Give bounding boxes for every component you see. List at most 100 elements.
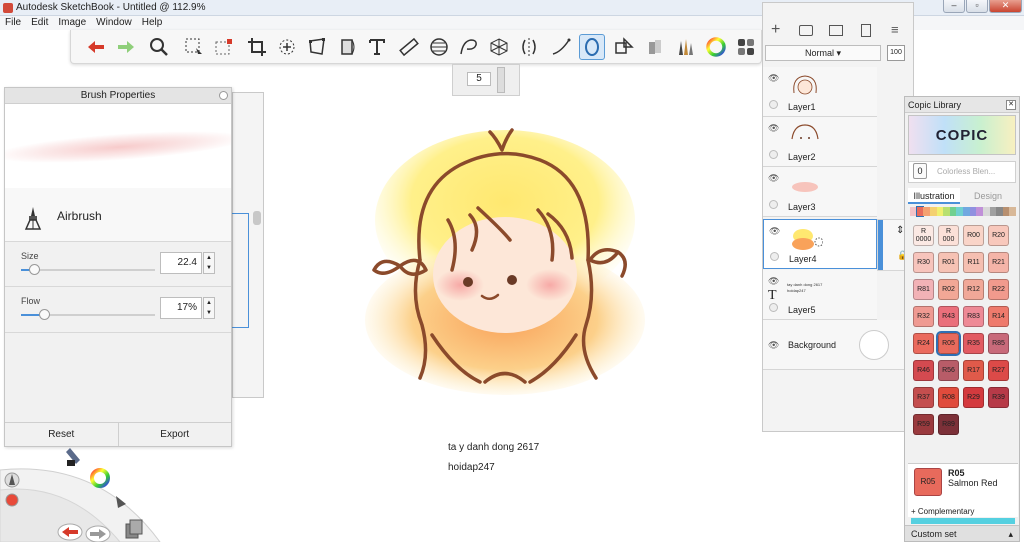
copic-swatch[interactable]: R24 — [913, 333, 934, 354]
transform-icon[interactable] — [274, 34, 300, 60]
brushes-icon[interactable] — [672, 34, 698, 60]
colorless-blender-chip[interactable]: 0 — [913, 163, 927, 179]
symmetry-icon[interactable] — [516, 34, 542, 60]
menu-edit[interactable]: Edit — [26, 16, 53, 30]
canvas-drawing[interactable] — [360, 120, 650, 400]
layer-lock-toggle[interactable] — [770, 252, 779, 261]
select-icon[interactable] — [181, 34, 207, 60]
eye-icon[interactable]: 👁 — [768, 340, 779, 351]
copic-swatch[interactable]: R35 — [963, 333, 984, 354]
layer-lock-toggle[interactable] — [769, 100, 778, 109]
copic-swatch[interactable]: R81 — [913, 279, 934, 300]
copic-swatch[interactable]: R 000 — [938, 225, 959, 246]
minimize-button[interactable]: – — [943, 0, 965, 13]
lagoon-menu[interactable] — [0, 440, 170, 542]
copic-swatch[interactable]: R39 — [988, 387, 1009, 408]
current-color-chip[interactable]: R05 — [914, 468, 942, 496]
redo-icon[interactable] — [113, 34, 139, 60]
copic-swatch[interactable]: R05 — [936, 331, 961, 356]
copic-swatch[interactable]: R29 — [963, 387, 984, 408]
copic-swatch[interactable]: R30 — [913, 252, 934, 273]
color-family-chip[interactable] — [969, 207, 977, 216]
crop-icon[interactable] — [244, 34, 270, 60]
layer-item[interactable]: 👁 Layer2 — [763, 117, 877, 167]
copic-swatch[interactable]: R89 — [938, 414, 959, 435]
background-color-swatch[interactable] — [859, 330, 889, 360]
undo-icon[interactable] — [83, 34, 109, 60]
layer-lock-toggle[interactable] — [769, 200, 778, 209]
copic-swatch[interactable]: R08 — [938, 387, 959, 408]
flow-slider-thumb[interactable] — [38, 309, 50, 320]
panel-close-icon[interactable] — [219, 91, 228, 100]
copic-swatch[interactable]: R85 — [988, 333, 1009, 354]
copic-swatch[interactable]: R21 — [988, 252, 1009, 273]
copic-swatch[interactable]: R83 — [963, 306, 984, 327]
copic-swatch[interactable]: R37 — [913, 387, 934, 408]
color-family-chip[interactable] — [1009, 207, 1016, 216]
color-wheel-icon[interactable] — [703, 34, 729, 60]
size-slider[interactable] — [21, 264, 155, 275]
background-layer[interactable]: 👁 Background — [763, 320, 915, 370]
copic-swatch[interactable]: R01 — [938, 252, 959, 273]
custom-set-header[interactable]: Custom set ▴ — [905, 525, 1019, 541]
copic-swatch[interactable]: R11 — [963, 252, 984, 273]
eye-icon[interactable]: 👁 — [769, 226, 780, 237]
copic-swatch[interactable]: R14 — [988, 306, 1009, 327]
color-family-chip[interactable] — [949, 207, 957, 216]
perspective-grid-icon[interactable] — [486, 34, 512, 60]
eye-icon[interactable]: 👁 — [768, 73, 779, 84]
color-family-chip[interactable] — [936, 207, 944, 216]
brush-selector[interactable]: Airbrush — [5, 188, 231, 242]
copic-swatch[interactable]: R 0000 — [913, 225, 934, 246]
ellipse-icon[interactable] — [426, 34, 452, 60]
layer-item-selected[interactable]: 👁 Layer4 — [763, 219, 877, 269]
layer-lock-toggle[interactable] — [769, 303, 778, 312]
eye-icon[interactable]: 👁 — [768, 123, 779, 134]
brush-size-slider[interactable] — [497, 67, 505, 93]
brush-size-widget[interactable]: 5 — [452, 64, 520, 96]
copic-swatch[interactable]: R12 — [963, 279, 984, 300]
clear-layer-icon[interactable] — [861, 24, 871, 37]
menu-help[interactable]: Help — [137, 16, 168, 30]
copic-swatch[interactable]: R56 — [938, 360, 959, 381]
ruler-icon[interactable] — [396, 34, 422, 60]
copic-swatch[interactable]: R02 — [938, 279, 959, 300]
copic-icon[interactable] — [643, 34, 669, 60]
scrollbar-thumb[interactable] — [253, 211, 261, 225]
brush-size-value[interactable]: 5 — [467, 72, 491, 86]
add-layer-icon[interactable]: + — [771, 21, 780, 39]
layer-menu-icon[interactable]: ≡ — [891, 22, 899, 37]
color-family-chip[interactable] — [915, 206, 925, 217]
eye-icon[interactable]: 👁 — [768, 276, 779, 287]
copic-swatch[interactable]: R20 — [988, 225, 1009, 246]
complementary-color-bar[interactable] — [911, 518, 1015, 524]
add-image-icon[interactable] — [829, 25, 843, 36]
color-family-strip[interactable] — [910, 206, 1016, 217]
lagoon-undo-icon[interactable] — [57, 523, 83, 541]
copic-swatch[interactable]: R43 — [938, 306, 959, 327]
layer-item[interactable]: 👁 Layer3 — [763, 167, 877, 217]
copic-swatch[interactable]: R46 — [913, 360, 934, 381]
lagoon-redo-icon[interactable] — [85, 525, 111, 542]
color-family-chip[interactable] — [1002, 207, 1010, 216]
size-stepper[interactable]: ▲ ▼ — [203, 252, 215, 274]
palette-icon[interactable] — [733, 34, 759, 60]
flow-slider[interactable] — [21, 309, 155, 320]
color-family-chip[interactable] — [989, 207, 997, 216]
tab-design[interactable]: Design — [962, 188, 1014, 204]
layer-opacity[interactable]: 100 — [887, 45, 905, 61]
blend-mode-select[interactable]: Normal ▾ — [765, 45, 881, 61]
color-family-chip[interactable] — [910, 207, 917, 216]
copic-swatch[interactable]: R27 — [988, 360, 1009, 381]
copic-logo[interactable]: COPIC — [908, 115, 1016, 155]
flow-value[interactable]: 17% — [160, 297, 202, 319]
brush-icon[interactable] — [66, 448, 80, 466]
layer-lock-toggle[interactable] — [769, 150, 778, 159]
pencil-icon[interactable] — [4, 472, 20, 488]
eye-icon[interactable]: 👁 — [768, 173, 779, 184]
size-slider-thumb[interactable] — [29, 264, 41, 275]
layer-item[interactable]: 👁 T tay danh dong 2617 hoidap247 Layer5 — [763, 270, 877, 320]
size-value[interactable]: 22.4 — [160, 252, 202, 274]
predictive-stroke-icon[interactable] — [579, 34, 605, 60]
shapes-icon[interactable] — [611, 34, 637, 60]
